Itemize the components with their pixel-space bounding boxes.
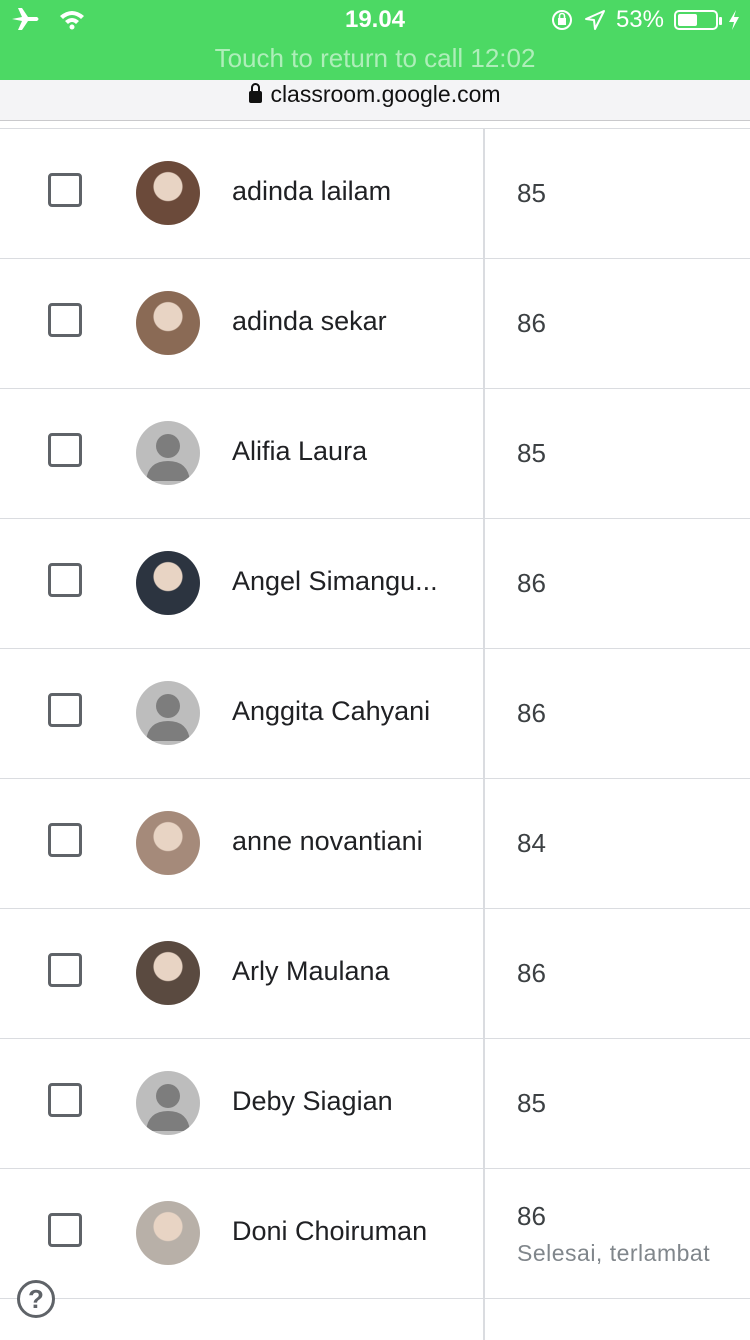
default-person-icon	[146, 1084, 190, 1131]
student-grade[interactable]: 86	[517, 958, 546, 989]
student-name[interactable]: anne novantiani	[232, 826, 423, 857]
help-button[interactable]: ?	[17, 1280, 55, 1318]
default-person-icon	[146, 434, 190, 481]
default-person-icon	[146, 694, 190, 741]
student-name[interactable]: Alifia Laura	[232, 436, 367, 467]
student-name[interactable]: adinda sekar	[232, 306, 387, 337]
student-checkbox[interactable]	[48, 1213, 82, 1247]
table-row[interactable]: adinda lailam 85	[0, 129, 750, 259]
table-row[interactable]: Arly Maulana 86	[0, 909, 750, 1039]
url-text: classroom.google.com	[270, 81, 501, 107]
battery-fill	[678, 14, 697, 26]
column-divider	[483, 1169, 485, 1299]
status-right-icons: 53%	[550, 6, 740, 34]
table-row[interactable]: Anggita Cahyani 86	[0, 649, 750, 779]
avatar	[136, 161, 200, 225]
status-bar[interactable]: 19.04 53% Touch to return to call 12:02	[0, 0, 750, 80]
avatar	[136, 941, 200, 1005]
charging-icon	[729, 10, 739, 30]
student-checkbox[interactable]	[48, 563, 82, 597]
student-checkbox[interactable]	[48, 1083, 82, 1117]
student-grade[interactable]: 85	[517, 438, 546, 469]
submission-status: Selesai, terlambat	[517, 1240, 711, 1266]
browser-url-bar[interactable]: classroom.google.com	[0, 80, 750, 121]
column-divider	[483, 1039, 485, 1169]
battery-percent: 53%	[615, 6, 664, 33]
student-grade[interactable]: 86	[517, 568, 546, 599]
avatar	[136, 1201, 200, 1265]
student-name[interactable]: Doni Choiruman	[232, 1216, 427, 1247]
table-row[interactable]: anne novantiani 84	[0, 779, 750, 909]
column-divider	[483, 909, 485, 1039]
student-name[interactable]: Angel Simangu...	[232, 566, 438, 597]
student-grades-table: adinda lailam 85 adinda sekar 86 Alifia Laur…	[0, 128, 750, 1340]
student-grade[interactable]: 86	[517, 698, 546, 729]
student-checkbox[interactable]	[48, 173, 82, 207]
avatar	[136, 681, 200, 745]
student-name[interactable]: Arly Maulana	[232, 956, 390, 987]
avatar	[136, 291, 200, 355]
url-display[interactable]: classroom.google.com	[0, 80, 750, 108]
student-checkbox[interactable]	[48, 823, 82, 857]
student-grade[interactable]: 85	[517, 178, 546, 209]
column-divider	[483, 129, 485, 259]
column-divider	[483, 389, 485, 519]
student-name[interactable]: Anggita Cahyani	[232, 696, 430, 727]
student-checkbox[interactable]	[48, 693, 82, 727]
lock-icon	[249, 83, 263, 103]
battery-icon	[674, 10, 722, 30]
orientation-lock-icon	[551, 10, 572, 30]
column-divider	[483, 259, 485, 389]
table-row[interactable]: Doni Choiruman 86 Selesai, terlambat	[0, 1169, 750, 1299]
column-divider	[483, 519, 485, 649]
student-checkbox[interactable]	[48, 953, 82, 987]
student-grade[interactable]: 85	[517, 1088, 546, 1119]
table-row-partial[interactable]	[0, 1299, 750, 1340]
column-divider	[483, 779, 485, 909]
student-name[interactable]: adinda lailam	[232, 176, 391, 207]
avatar	[136, 551, 200, 615]
table-row[interactable]: Alifia Laura 85	[0, 389, 750, 519]
student-grade[interactable]: 86	[517, 1201, 546, 1232]
column-divider	[483, 649, 485, 779]
student-grade[interactable]: 86	[517, 308, 546, 339]
table-row[interactable]: adinda sekar 86	[0, 259, 750, 389]
avatar	[136, 1071, 200, 1135]
student-checkbox[interactable]	[48, 303, 82, 337]
student-name[interactable]: Deby Siagian	[232, 1086, 393, 1117]
student-grade[interactable]: 84	[517, 828, 546, 859]
table-row[interactable]: Deby Siagian 85	[0, 1039, 750, 1169]
location-icon	[584, 10, 605, 30]
avatar	[136, 811, 200, 875]
table-row[interactable]: Angel Simangu... 86	[0, 519, 750, 649]
return-to-call-banner[interactable]: Touch to return to call 12:02	[0, 43, 750, 74]
student-checkbox[interactable]	[48, 433, 82, 467]
avatar	[136, 421, 200, 485]
